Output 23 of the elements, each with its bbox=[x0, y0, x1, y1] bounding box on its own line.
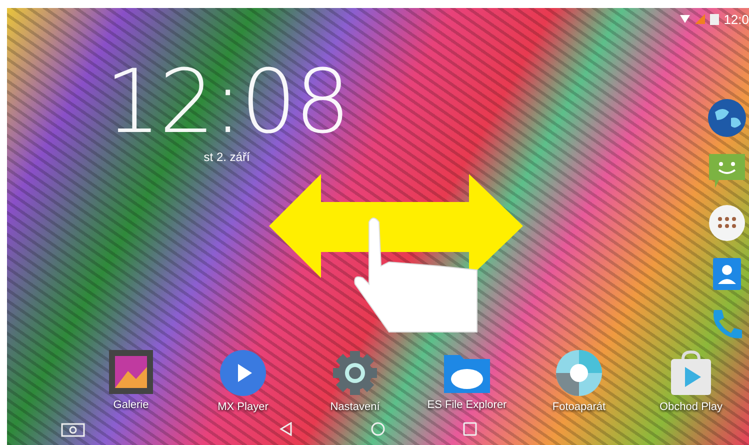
home-icon[interactable] bbox=[371, 422, 385, 436]
recents-icon[interactable] bbox=[463, 422, 477, 436]
globe-icon[interactable] bbox=[707, 98, 747, 138]
camera-shutter-icon[interactable] bbox=[555, 349, 603, 397]
screenshot-icon[interactable] bbox=[61, 423, 85, 437]
app-label[interactable]: Fotoaparát bbox=[552, 401, 606, 413]
play-icon[interactable] bbox=[219, 349, 267, 397]
wifi-icon bbox=[680, 15, 690, 23]
clock-date: st 2. září bbox=[204, 150, 250, 164]
app-label[interactable]: ES File Explorer bbox=[427, 399, 507, 411]
clock-time: 12:08 bbox=[105, 58, 349, 146]
back-icon[interactable] bbox=[279, 422, 293, 436]
status-time: 12:0 bbox=[724, 12, 749, 26]
chat-bubble-icon[interactable] bbox=[707, 152, 747, 190]
app-grid-icon[interactable] bbox=[708, 204, 746, 242]
app-label[interactable]: Nastavení bbox=[330, 401, 380, 413]
app-label[interactable]: Galerie bbox=[113, 399, 149, 411]
gear-icon[interactable] bbox=[331, 349, 379, 397]
contacts-icon[interactable] bbox=[711, 256, 743, 292]
gallery-icon[interactable] bbox=[108, 349, 154, 395]
app-label[interactable]: MX Player bbox=[218, 401, 268, 413]
signal-icon bbox=[694, 14, 705, 24]
app-label[interactable]: Obchod Play bbox=[660, 401, 722, 413]
